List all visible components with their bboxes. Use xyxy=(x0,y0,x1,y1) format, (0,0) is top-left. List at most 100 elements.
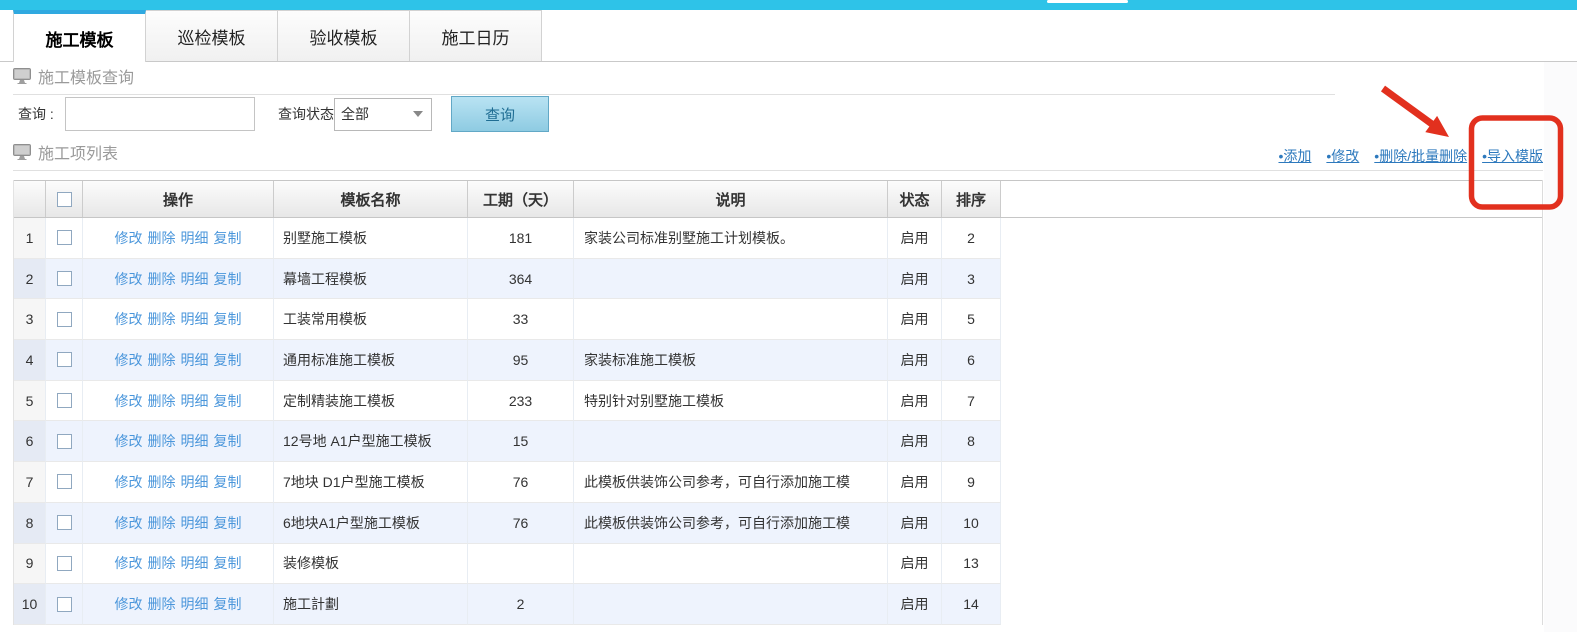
row-number: 5 xyxy=(14,380,46,422)
row-action-edit[interactable]: 修改 xyxy=(115,553,143,573)
template-name-cell: 幕墙工程模板 xyxy=(274,258,468,300)
row-action-detail[interactable]: 明细 xyxy=(181,513,209,533)
duration-cell: 33 xyxy=(468,299,574,341)
row-action-edit[interactable]: 修改 xyxy=(115,594,143,614)
row-checkbox[interactable] xyxy=(56,555,72,571)
row-action-delete[interactable]: 删除 xyxy=(148,431,176,451)
row-checkbox[interactable] xyxy=(56,393,72,409)
row-action-delete[interactable]: 删除 xyxy=(148,350,176,370)
order-cell: 7 xyxy=(942,380,1001,422)
table-row: 3 修改 删除 明细 复制 工装常用模板 33 启用 5 xyxy=(14,299,1542,341)
row-action-delete[interactable]: 删除 xyxy=(148,594,176,614)
header-row-number xyxy=(14,181,46,217)
row-checkbox[interactable] xyxy=(56,352,72,368)
template-name-cell: 定制精装施工模板 xyxy=(274,380,468,422)
row-checkbox[interactable] xyxy=(56,311,72,327)
row-checkbox[interactable] xyxy=(56,515,72,531)
row-filler xyxy=(1001,543,1542,585)
order-cell: 3 xyxy=(942,258,1001,300)
row-checkbox-cell xyxy=(46,421,83,463)
template-name-cell: 别墅施工模板 xyxy=(274,218,468,259)
row-number: 2 xyxy=(14,258,46,300)
row-action-copy[interactable]: 复制 xyxy=(214,431,242,451)
tab-inspection-template[interactable]: 巡检模板 xyxy=(145,10,278,61)
row-action-edit[interactable]: 修改 xyxy=(115,350,143,370)
row-number: 3 xyxy=(14,299,46,341)
row-action-edit[interactable]: 修改 xyxy=(115,431,143,451)
row-checkbox[interactable] xyxy=(56,433,72,449)
row-action-detail[interactable]: 明细 xyxy=(181,594,209,614)
row-checkbox[interactable] xyxy=(56,474,72,490)
row-checkbox[interactable] xyxy=(56,230,72,246)
toolbar-link-import-template[interactable]: •导入模版 xyxy=(1482,146,1543,166)
row-action-delete[interactable]: 删除 xyxy=(148,309,176,329)
query-input[interactable] xyxy=(65,97,255,131)
row-action-detail[interactable]: 明细 xyxy=(181,309,209,329)
row-action-copy[interactable]: 复制 xyxy=(214,309,242,329)
row-number: 8 xyxy=(14,502,46,544)
tab-construction-calendar[interactable]: 施工日历 xyxy=(409,10,542,61)
row-checkbox-cell xyxy=(46,462,83,503)
row-action-delete[interactable]: 删除 xyxy=(148,553,176,573)
row-action-detail[interactable]: 明细 xyxy=(181,391,209,411)
order-cell: 8 xyxy=(942,421,1001,463)
row-action-edit[interactable]: 修改 xyxy=(115,309,143,329)
description-cell xyxy=(574,258,888,300)
template-table: 操作 模板名称 工期（天） 说明 状态 排序 1 修改 删除 明细 复制 别墅施工模板… xyxy=(13,180,1543,625)
tab-construction-template[interactable]: 施工模板 xyxy=(13,10,146,62)
toolbar-link-edit[interactable]: •修改 xyxy=(1326,146,1359,166)
row-action-detail[interactable]: 明细 xyxy=(181,228,209,248)
row-action-edit[interactable]: 修改 xyxy=(115,391,143,411)
header-duration: 工期（天） xyxy=(468,181,574,217)
table-row: 8 修改 删除 明细 复制 6地块A1户型施工模板 76 此模板供装饰公司参考，可自行… xyxy=(14,502,1542,544)
toolbar-link-add[interactable]: •添加 xyxy=(1278,146,1311,166)
row-action-edit[interactable]: 修改 xyxy=(115,269,143,289)
row-action-detail[interactable]: 明细 xyxy=(181,553,209,573)
row-action-copy[interactable]: 复制 xyxy=(214,513,242,533)
table-body: 1 修改 删除 明细 复制 别墅施工模板 181 家装公司标准别墅施工计划模板。 启用… xyxy=(14,218,1542,625)
row-action-copy[interactable]: 复制 xyxy=(214,553,242,573)
row-action-edit[interactable]: 修改 xyxy=(115,472,143,492)
row-action-detail[interactable]: 明细 xyxy=(181,350,209,370)
description-cell: 此模板供装饰公司参考，可自行添加施工模 xyxy=(574,462,888,503)
template-name-cell: 通用标准施工模板 xyxy=(274,340,468,381)
row-action-copy[interactable]: 复制 xyxy=(214,269,242,289)
status-cell: 启用 xyxy=(888,380,942,422)
toolbar-link-delete-batch[interactable]: •删除/批量删除 xyxy=(1374,146,1467,166)
row-action-delete[interactable]: 删除 xyxy=(148,472,176,492)
row-action-delete[interactable]: 删除 xyxy=(148,391,176,411)
header-checkbox-cell xyxy=(46,181,83,217)
tab-acceptance-template[interactable]: 验收模板 xyxy=(277,10,410,61)
row-actions: 修改 删除 明细 复制 xyxy=(83,218,274,259)
row-checkbox[interactable] xyxy=(56,596,72,612)
row-action-detail[interactable]: 明细 xyxy=(181,431,209,451)
row-action-delete[interactable]: 删除 xyxy=(148,228,176,248)
template-name-cell: 6地块A1户型施工模板 xyxy=(274,502,468,544)
row-action-detail[interactable]: 明细 xyxy=(181,472,209,492)
row-action-edit[interactable]: 修改 xyxy=(115,228,143,248)
row-action-delete[interactable]: 删除 xyxy=(148,269,176,289)
status-label: 查询状态 xyxy=(278,106,334,122)
search-button[interactable]: 查询 xyxy=(451,96,549,132)
row-action-copy[interactable]: 复制 xyxy=(214,391,242,411)
status-cell: 启用 xyxy=(888,299,942,341)
row-filler xyxy=(1001,502,1542,544)
description-cell xyxy=(574,584,888,625)
row-action-copy[interactable]: 复制 xyxy=(214,472,242,492)
duration-cell: 233 xyxy=(468,380,574,422)
row-action-edit[interactable]: 修改 xyxy=(115,513,143,533)
row-action-copy[interactable]: 复制 xyxy=(214,594,242,614)
header-status: 状态 xyxy=(888,181,942,217)
row-actions: 修改 删除 明细 复制 xyxy=(83,462,274,503)
row-action-delete[interactable]: 删除 xyxy=(148,513,176,533)
row-checkbox[interactable] xyxy=(56,271,72,287)
select-all-checkbox[interactable] xyxy=(56,191,72,207)
row-checkbox-cell xyxy=(46,258,83,300)
row-filler xyxy=(1001,380,1542,422)
table-row: 7 修改 删除 明细 复制 7地块 D1户型施工模板 76 此模板供装饰公司参考，可自… xyxy=(14,462,1542,503)
row-action-copy[interactable]: 复制 xyxy=(214,228,242,248)
status-select[interactable]: 全部 xyxy=(334,97,432,131)
order-cell: 2 xyxy=(942,218,1001,259)
row-action-detail[interactable]: 明细 xyxy=(181,269,209,289)
row-action-copy[interactable]: 复制 xyxy=(214,350,242,370)
